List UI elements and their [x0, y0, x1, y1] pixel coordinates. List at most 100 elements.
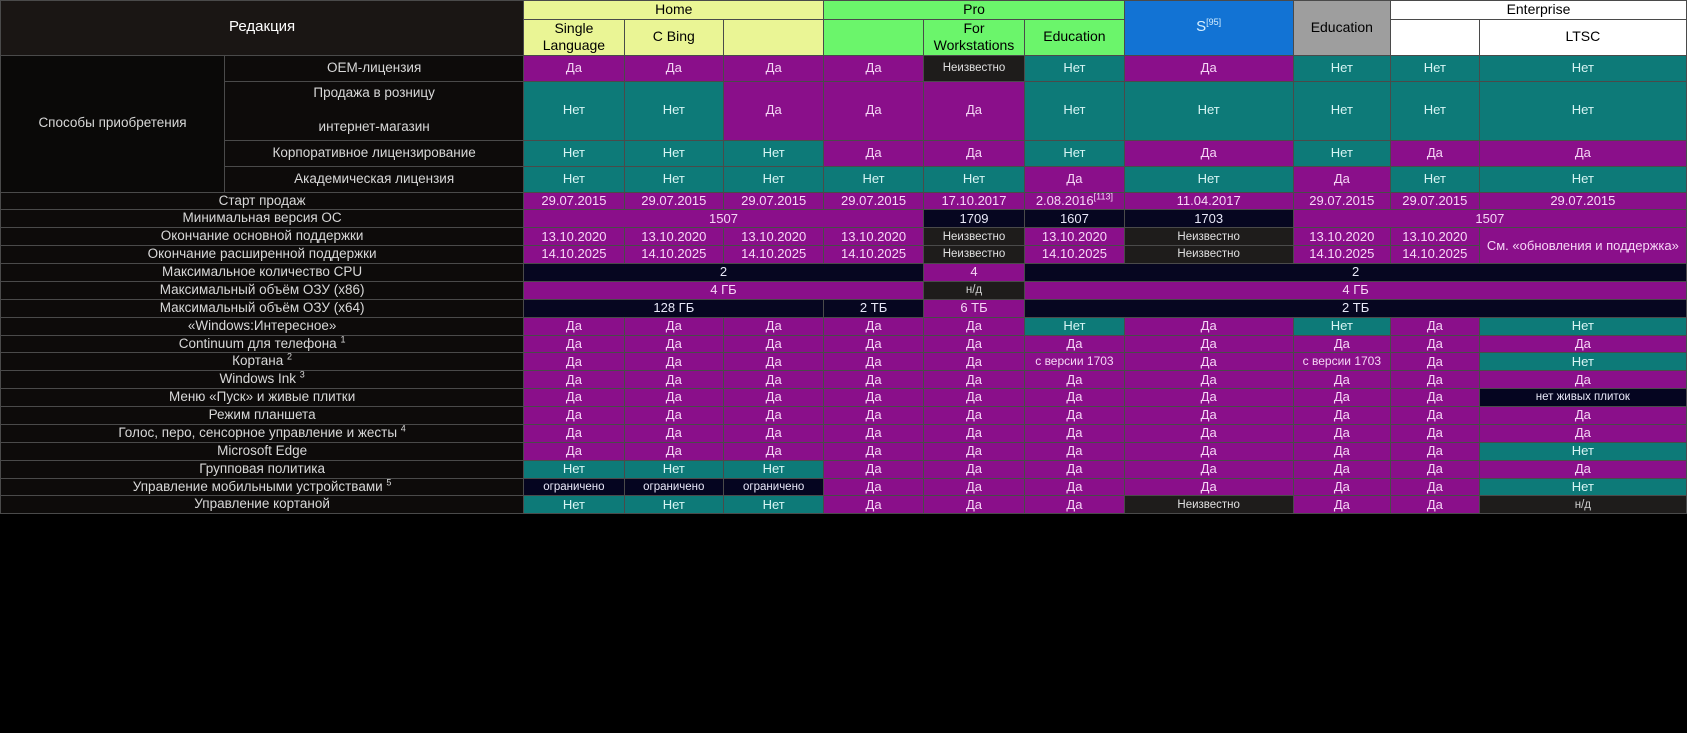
cell-6: 14.10.2025 — [1024, 245, 1125, 264]
cell-9: 14.10.2025 — [1389, 245, 1480, 264]
cell-4: Да — [823, 477, 924, 497]
column-group-enterprise: Enterprise — [1389, 0, 1687, 20]
cell-6: Да — [1024, 406, 1125, 425]
cell-5: Неизвестно — [922, 54, 1026, 82]
cell-10: Нет — [1478, 80, 1687, 141]
cell-5: Да — [922, 316, 1026, 336]
cell-5: Да — [922, 370, 1026, 390]
table-row: «Windows:Интересное» Да Да Да Да Да Нет Да Нет Да… — [0, 316, 1687, 336]
cell-2: 29.07.2015 — [623, 191, 724, 211]
row-label: Continuum для телефона 1 — [0, 334, 525, 354]
cell-5: Да — [922, 423, 1026, 443]
cell-5: Да — [922, 406, 1026, 425]
column-group-pro: Pro — [823, 0, 1125, 20]
cell-4: Да — [823, 316, 924, 336]
cell-2: Да — [623, 388, 724, 407]
row-label: Microsoft Edge — [0, 441, 525, 461]
cell-6: Да — [1024, 459, 1125, 479]
cell-10: нет живых плиток — [1478, 388, 1687, 407]
cell-6: Нет — [1024, 54, 1125, 82]
cell-4: Да — [823, 459, 924, 479]
cell-7: Да — [1123, 139, 1294, 167]
cell-5: Да — [922, 388, 1026, 407]
table-row: Голос, перо, сенсорное управление и жест… — [0, 423, 1687, 443]
cell-4: Да — [823, 441, 924, 461]
column-sub-6: Education — [1024, 18, 1125, 56]
cell-5: Неизвестно — [922, 227, 1026, 247]
cell-3: Да — [722, 80, 825, 141]
column-group-home: Home — [523, 0, 825, 20]
cell-6: Нет — [1024, 139, 1125, 167]
table-row: Продажа в розницу интернет-магазин Нет Нет Д… — [1, 80, 1687, 141]
cell-10: Нет — [1478, 316, 1687, 336]
column-group-s: S[95] — [1123, 0, 1294, 56]
row-label: Максимальный объём ОЗУ (x64) — [0, 298, 525, 318]
cell-6: с версии 1703 — [1024, 352, 1125, 372]
cell-8: Нет — [1292, 316, 1391, 336]
column-sub-2: C Bing — [623, 18, 724, 56]
table-row: Групповая политика Нет Нет Нет Да Да Да Да Да Да Д… — [0, 459, 1687, 479]
cell-3: Да — [722, 54, 825, 82]
footnote-marker: 1 — [340, 335, 346, 344]
cell-4: Да — [823, 54, 924, 82]
cell-3: Нет — [722, 165, 825, 193]
cell-9: Да — [1389, 441, 1480, 461]
header-row-groups: Редакция Home Pro S[95] Education Enterprise — [0, 0, 1687, 56]
cell-9: Да — [1389, 459, 1480, 479]
cell-4: Да — [823, 388, 924, 407]
table-row: Максимальный объём ОЗУ (x64) 128 ГБ 2 ТБ 6 … — [0, 298, 1687, 318]
cell-9: Да — [1389, 334, 1480, 354]
cell-8: 14.10.2025 — [1292, 245, 1391, 264]
cell-3: Нет — [722, 459, 825, 479]
cell-5: Неизвестно — [922, 245, 1026, 264]
cell-7: Да — [1123, 334, 1294, 354]
table-row: Continuum для телефона 1 Да Да Да Да Да Да Да Да… — [0, 334, 1687, 354]
cell-8: Да — [1292, 459, 1391, 479]
page-title: Редакция — [0, 0, 525, 56]
row-label: Окончание расширенной поддержки — [0, 245, 525, 264]
cell-6: Да — [1024, 388, 1125, 407]
cell-5: Да — [922, 495, 1026, 515]
cell-1: 128 ГБ — [523, 298, 825, 318]
cell-1: 29.07.2015 — [523, 191, 625, 211]
cell-7: Да — [1123, 477, 1294, 497]
cell-3: Да — [722, 423, 825, 443]
column-sub-10: LTSC — [1478, 18, 1687, 56]
table-row: Окончание основной поддержки 13.10.2020 13… — [0, 227, 1687, 264]
cell-8: Нет — [1292, 54, 1391, 82]
table-row: Максимальное количество CPU 2 4 2 — [0, 263, 1687, 282]
cell-1: Да — [523, 370, 625, 390]
cell-3: Да — [722, 352, 825, 372]
cell-5: Да — [922, 334, 1026, 354]
cell-4: Да — [823, 334, 924, 354]
cell-5: Нет — [922, 165, 1026, 193]
cell-8: Да — [1292, 334, 1391, 354]
cell-7: Нет — [1123, 80, 1294, 141]
cell-7: Да — [1123, 370, 1294, 390]
table-body: Редакция Home Pro S[95] Education Enterprise S… — [0, 0, 1687, 515]
cell-6: 2.08.2016[113] — [1024, 191, 1125, 211]
cell-3: 14.10.2025 — [722, 245, 825, 264]
cell-1: Да — [523, 406, 625, 425]
cell-4: Да — [823, 370, 924, 390]
cell-3: Да — [722, 406, 825, 425]
table-row: Максимальный объём ОЗУ (x86) 4 ГБ н/д 4 ГБ — [0, 280, 1687, 300]
cell-4: 29.07.2015 — [823, 191, 924, 211]
cell-10: Нет — [1478, 165, 1687, 193]
cell-5: Да — [922, 477, 1026, 497]
cell-1: Да — [523, 316, 625, 336]
cell-1: Нет — [523, 495, 625, 515]
cell-8: Да — [1292, 495, 1391, 515]
cell-6: Да — [1024, 165, 1125, 193]
cell-8: Да — [1292, 423, 1391, 443]
cell-7: Да — [1123, 388, 1294, 407]
cell-9: Да — [1389, 370, 1480, 390]
cell-1: Да — [523, 441, 625, 461]
cell-10: Да — [1478, 406, 1687, 425]
cell-9: Да — [1389, 406, 1480, 425]
cell-8: с версии 1703 — [1292, 352, 1391, 372]
footnote-marker: 3 — [299, 370, 305, 380]
cell-4: Да — [823, 406, 924, 425]
cell-7: Нет — [1123, 165, 1294, 193]
cell-3: ограничено — [722, 477, 825, 497]
